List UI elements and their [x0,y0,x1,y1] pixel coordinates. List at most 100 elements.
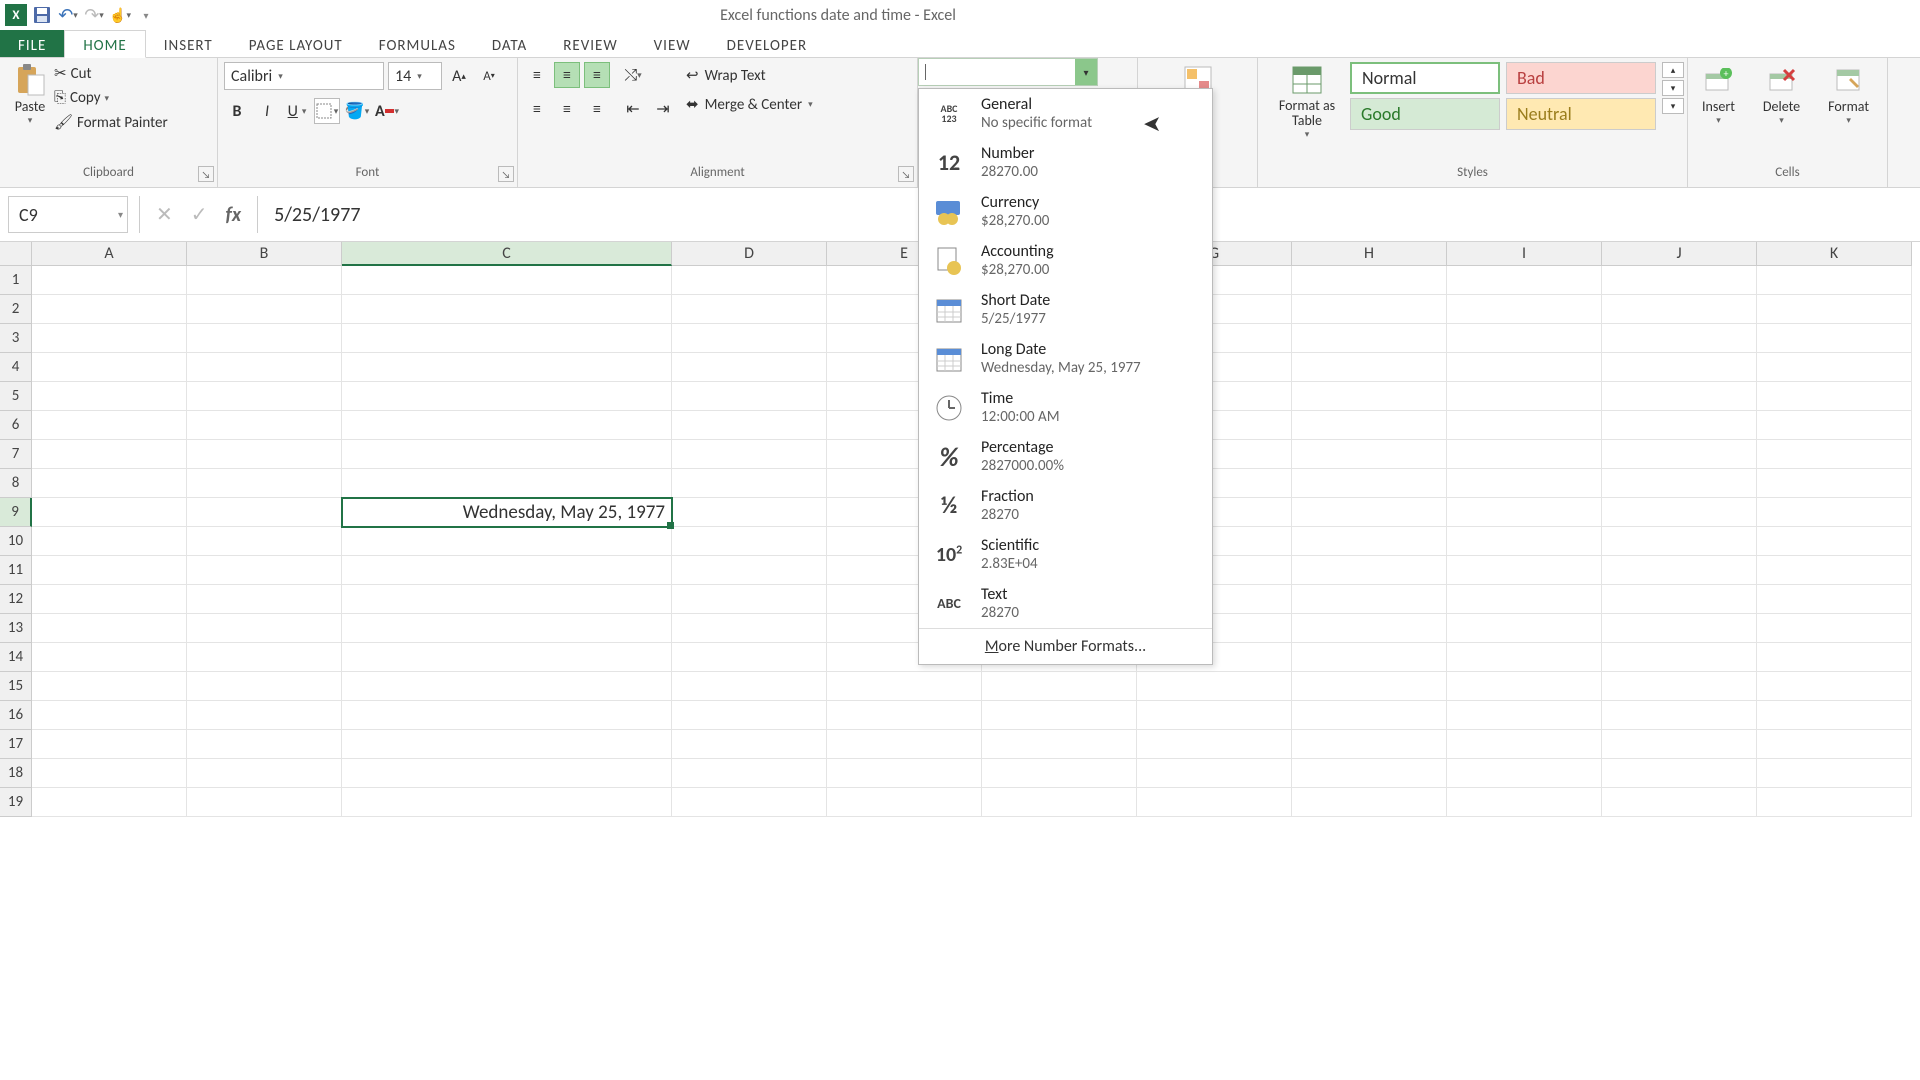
row-header-18[interactable]: 18 [0,759,32,788]
cell-B8[interactable] [187,469,342,498]
italic-button[interactable]: I [254,98,280,124]
select-all-corner[interactable] [0,242,32,266]
format-as-table-button[interactable]: Format as Table ▾ [1264,62,1350,142]
cell-E17[interactable] [827,730,982,759]
font-name-combo[interactable]: Calibri▾ [224,62,384,90]
cell-B15[interactable] [187,672,342,701]
cell-I1[interactable] [1447,266,1602,295]
cell-B2[interactable] [187,295,342,324]
cell-B11[interactable] [187,556,342,585]
number-format-dropdown-arrow[interactable]: ▾ [1075,59,1097,85]
cell-I2[interactable] [1447,295,1602,324]
cell-A6[interactable] [32,411,187,440]
style-neutral[interactable]: Neutral [1506,98,1656,130]
cell-D1[interactable] [672,266,827,295]
cell-G18[interactable] [1137,759,1292,788]
cell-H18[interactable] [1292,759,1447,788]
cell-I19[interactable] [1447,788,1602,817]
cell-K2[interactable] [1757,295,1912,324]
col-header-C[interactable]: C [342,242,672,266]
cell-C4[interactable] [342,353,672,382]
paste-button[interactable]: Paste ▾ [6,62,54,128]
cell-G15[interactable] [1137,672,1292,701]
cell-J8[interactable] [1602,469,1757,498]
cell-B1[interactable] [187,266,342,295]
row-header-14[interactable]: 14 [0,643,32,672]
cell-J19[interactable] [1602,788,1757,817]
cell-J4[interactable] [1602,353,1757,382]
cell-K13[interactable] [1757,614,1912,643]
cell-K11[interactable] [1757,556,1912,585]
cell-C1[interactable] [342,266,672,295]
cell-C6[interactable] [342,411,672,440]
name-box[interactable]: C9▾ [8,196,128,233]
merge-center-button[interactable]: ⬌Merge & Center▾ [686,95,813,114]
cell-J2[interactable] [1602,295,1757,324]
number-format-percentage[interactable]: %Percentage2827000.00% [919,432,1212,481]
cell-D6[interactable] [672,411,827,440]
cell-C13[interactable] [342,614,672,643]
cell-K6[interactable] [1757,411,1912,440]
cell-A10[interactable] [32,527,187,556]
cell-H15[interactable] [1292,672,1447,701]
number-format-scientific[interactable]: 102Scientific2.83E+04 [919,530,1212,579]
cell-K16[interactable] [1757,701,1912,730]
cell-F16[interactable] [982,701,1137,730]
cell-K3[interactable] [1757,324,1912,353]
tab-formulas[interactable]: FORMULAS [361,30,474,57]
row-header-13[interactable]: 13 [0,614,32,643]
col-header-B[interactable]: B [187,242,342,266]
cell-B16[interactable] [187,701,342,730]
cell-C2[interactable] [342,295,672,324]
number-format-long-date[interactable]: Long DateWednesday, May 25, 1977 [919,334,1212,383]
col-header-K[interactable]: K [1757,242,1912,266]
decrease-font-icon[interactable]: A▾ [476,63,502,89]
cell-B12[interactable] [187,585,342,614]
styles-scroll-up[interactable]: ▴ [1662,62,1684,78]
cell-C8[interactable] [342,469,672,498]
cell-D15[interactable] [672,672,827,701]
cell-G17[interactable] [1137,730,1292,759]
more-number-formats[interactable]: More Number Formats... [919,628,1212,664]
cell-B10[interactable] [187,527,342,556]
cell-A11[interactable] [32,556,187,585]
cell-D8[interactable] [672,469,827,498]
align-middle-icon[interactable]: ≡ [554,62,580,88]
tab-review[interactable]: REVIEW [545,30,635,57]
row-header-1[interactable]: 1 [0,266,32,295]
cell-D11[interactable] [672,556,827,585]
cell-H17[interactable] [1292,730,1447,759]
col-header-A[interactable]: A [32,242,187,266]
underline-button[interactable]: U▾ [284,98,310,124]
align-top-icon[interactable]: ≡ [524,62,550,88]
row-header-3[interactable]: 3 [0,324,32,353]
cell-C12[interactable] [342,585,672,614]
cell-C15[interactable] [342,672,672,701]
cell-H4[interactable] [1292,353,1447,382]
cell-B18[interactable] [187,759,342,788]
cell-K15[interactable] [1757,672,1912,701]
number-format-short-date[interactable]: Short Date5/25/1977 [919,285,1212,334]
cell-H8[interactable] [1292,469,1447,498]
cell-H6[interactable] [1292,411,1447,440]
cell-C14[interactable] [342,643,672,672]
row-header-19[interactable]: 19 [0,788,32,817]
cell-I9[interactable] [1447,498,1602,527]
cell-I6[interactable] [1447,411,1602,440]
cell-H9[interactable] [1292,498,1447,527]
cell-A3[interactable] [32,324,187,353]
align-left-icon[interactable]: ≡ [524,96,550,122]
cell-H13[interactable] [1292,614,1447,643]
cell-K17[interactable] [1757,730,1912,759]
number-format-general[interactable]: ABC123GeneralNo specific format [919,89,1212,138]
cell-B4[interactable] [187,353,342,382]
cell-K10[interactable] [1757,527,1912,556]
tab-home[interactable]: HOME [64,30,145,58]
cell-J1[interactable] [1602,266,1757,295]
cell-A7[interactable] [32,440,187,469]
cell-C19[interactable] [342,788,672,817]
cell-K9[interactable] [1757,498,1912,527]
tab-file[interactable]: FILE [0,30,64,57]
cell-H14[interactable] [1292,643,1447,672]
cell-D17[interactable] [672,730,827,759]
